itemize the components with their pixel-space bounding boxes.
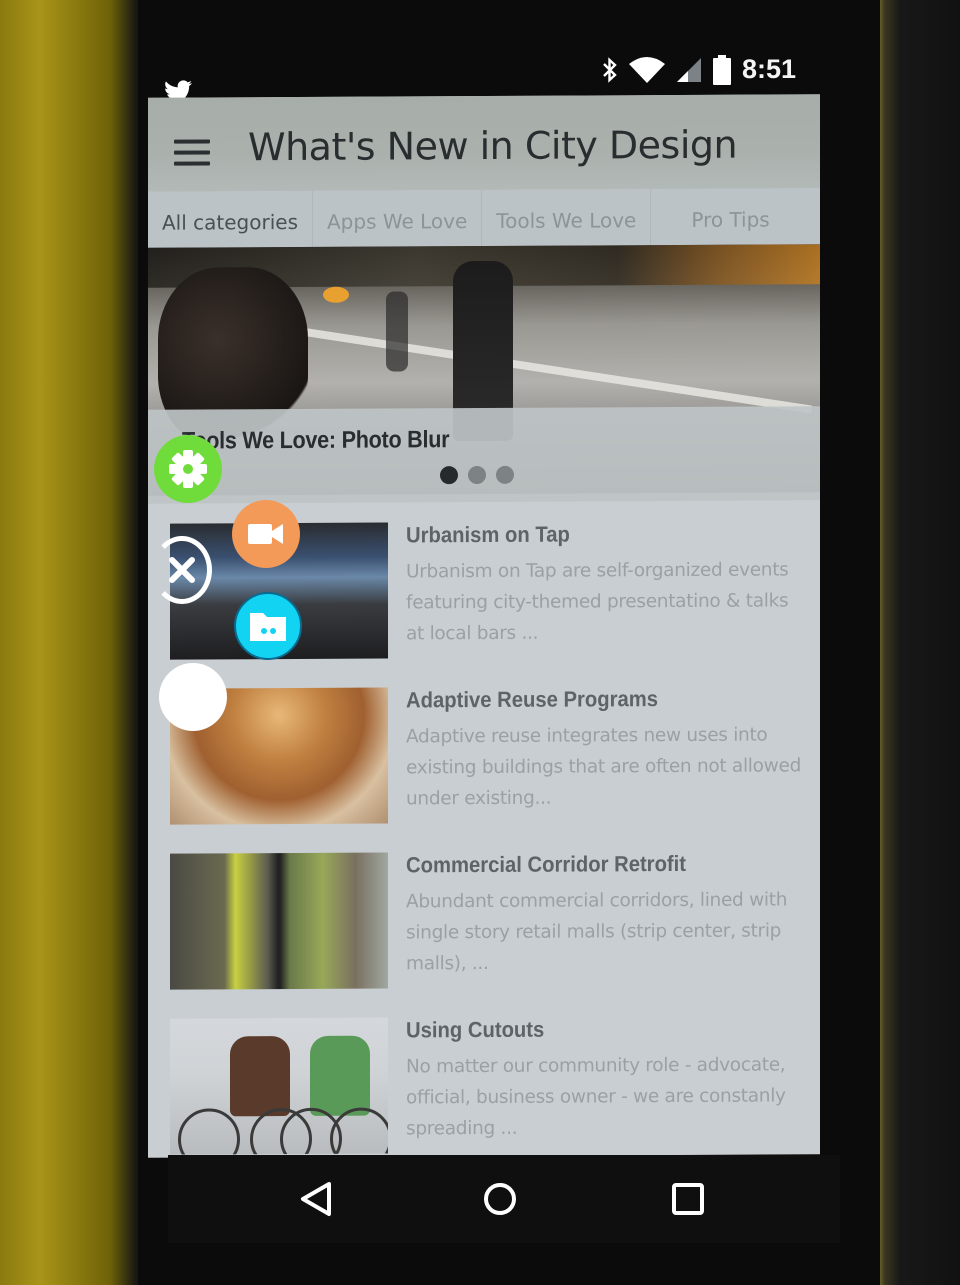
clock: 8:51 [741,54,796,84]
carousel-indicator [440,465,514,485]
hamburger-menu-icon[interactable] [174,139,210,167]
cell-signal-icon [676,57,701,82]
gear-icon [169,450,207,488]
close-icon [169,557,195,583]
list-item[interactable]: Using Cutouts No matter our community ro… [148,997,820,1158]
recents-icon [672,1183,704,1215]
article-thumbnail [170,852,388,990]
article-title: Urbanism on Tap [406,521,570,548]
blank-circle-button[interactable] [159,663,227,731]
thumbnail-rider [310,1035,370,1116]
article-description: Abundant commercial corridors, lined wit… [406,889,788,975]
hero-image-light [323,286,349,303]
close-menu-button[interactable] [152,536,212,604]
article-description: No matter our community role - advocate,… [406,1054,786,1140]
carousel-dot-3[interactable] [496,465,514,484]
system-tray: 8:51 [602,54,796,85]
thumbnail-wheel [178,1108,240,1155]
article-title: Using Cutouts [406,1016,545,1043]
carousel-dot-1[interactable] [440,466,458,485]
carousel-dot-2[interactable] [468,465,486,485]
thumbnail-rider [230,1036,290,1117]
system-nav-bar [168,1155,840,1243]
list-item[interactable]: Commercial Corridor Retrofit Abundant co… [148,832,820,1001]
article-title: Adaptive Reuse Programs [406,686,658,713]
tab-tools-we-love[interactable]: Tools We Love [482,189,652,253]
hero-caption[interactable]: Tools We Love: Photo Blur [182,426,449,455]
bluetooth-icon [603,56,617,83]
wifi-icon [628,56,665,83]
open-folder-button[interactable] [234,592,302,660]
article-description: Adaptive reuse integrates new uses into … [406,724,802,810]
home-button[interactable] [480,1179,520,1219]
article-thumbnail [170,1017,388,1155]
back-icon [301,1182,331,1216]
hero-image-figure [386,291,408,372]
hero-image-road [297,327,813,414]
back-button[interactable] [296,1179,336,1219]
record-video-button[interactable] [232,500,300,568]
video-camera-icon [248,524,283,544]
tab-apps-we-love[interactable]: Apps We Love [313,190,483,253]
tab-all-categories[interactable]: All categories [148,190,313,254]
article-title: Commercial Corridor Retrofit [406,850,687,878]
hero-caption-bar: Tools We Love: Photo Blur [148,406,820,504]
page-title: What's New in City Design [248,122,738,170]
settings-button[interactable] [154,435,222,503]
list-item[interactable]: Adaptive Reuse Programs Adaptive reuse i… [148,667,820,836]
article-description: Urbanism on Tap are self-organized event… [406,559,789,645]
recents-button[interactable] [668,1179,708,1219]
folder-icon [250,613,286,641]
app-bar: What's New in City Design [148,94,820,192]
home-icon [484,1183,516,1215]
battery-icon [712,54,731,85]
tab-pro-tips[interactable]: Pro Tips [651,188,783,251]
